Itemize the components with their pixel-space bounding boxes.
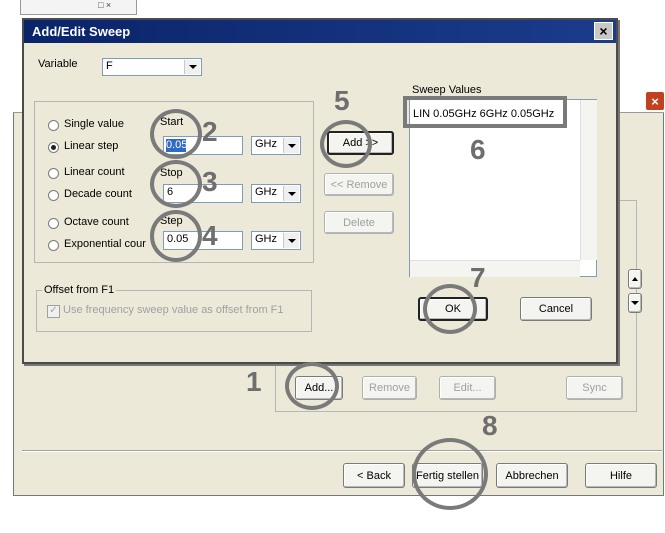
sweep-values-label: Sweep Values bbox=[412, 84, 482, 96]
radio-label: Octave count bbox=[64, 216, 129, 228]
variable-value: F bbox=[106, 60, 113, 72]
cancel-button[interactable]: Cancel bbox=[520, 297, 592, 321]
delete-button[interactable]: Delete bbox=[324, 211, 394, 234]
wizard-remove-button[interactable]: Remove bbox=[362, 376, 417, 400]
annotation-box-sweep-value bbox=[403, 96, 567, 128]
annotation-number: 4 bbox=[202, 220, 218, 251]
radio-exponential-count[interactable] bbox=[48, 240, 59, 251]
unit-value: GHz bbox=[255, 233, 277, 245]
radio-single-value[interactable] bbox=[48, 120, 59, 131]
radio-decade-count[interactable] bbox=[48, 190, 59, 201]
unit-value: GHz bbox=[255, 186, 277, 198]
radio-label: Single value bbox=[64, 118, 124, 130]
annotation-number: 7 bbox=[470, 262, 486, 293]
remove-from-sweep-button[interactable]: << Remove bbox=[324, 173, 394, 196]
annotation-number: 8 bbox=[482, 410, 498, 441]
chevron-down-icon bbox=[184, 60, 200, 74]
background-close-icon: □ × bbox=[98, 0, 112, 10]
start-unit-select[interactable]: GHz bbox=[251, 136, 301, 155]
wizard-edit-button[interactable]: Edit... bbox=[439, 376, 496, 400]
chevron-down-icon bbox=[283, 186, 299, 201]
radio-label: Linear step bbox=[64, 140, 119, 152]
radio-octave-count[interactable] bbox=[48, 218, 59, 229]
radio-linear-step[interactable] bbox=[48, 142, 59, 153]
radio-label: Exponential cour bbox=[64, 238, 146, 250]
annotation-number: 6 bbox=[470, 134, 486, 165]
wizard-cancel-button[interactable]: Abbrechen bbox=[496, 463, 568, 488]
annotation-number: 2 bbox=[202, 116, 218, 147]
annotation-circle-stop bbox=[150, 160, 202, 208]
scroll-down-button[interactable] bbox=[628, 293, 642, 313]
list-horizontal-scrollbar[interactable] bbox=[410, 260, 580, 277]
variable-label: Variable bbox=[38, 58, 78, 70]
annotation-circle-add bbox=[320, 120, 372, 168]
help-button[interactable]: Hilfe bbox=[585, 463, 657, 488]
dialog-close-icon[interactable]: × bbox=[594, 22, 613, 40]
dialog-title: Add/Edit Sweep bbox=[32, 24, 131, 39]
chevron-down-icon bbox=[283, 233, 299, 248]
annotation-circle-wizard-add bbox=[285, 362, 339, 410]
wizard-separator bbox=[22, 450, 662, 452]
wizard-close-icon[interactable]: × bbox=[645, 91, 665, 111]
wizard-sync-button[interactable]: Sync bbox=[566, 376, 623, 400]
offset-group-title: Offset from F1 bbox=[42, 284, 117, 296]
annotation-circle-ok bbox=[423, 284, 477, 334]
annotation-number: 1 bbox=[246, 366, 262, 397]
radio-label: Decade count bbox=[64, 188, 132, 200]
radio-linear-count[interactable] bbox=[48, 168, 59, 179]
annotation-number: 3 bbox=[202, 166, 218, 197]
annotation-number: 5 bbox=[334, 85, 350, 116]
annotation-circle-step bbox=[150, 210, 202, 262]
annotation-circle-start bbox=[150, 109, 202, 159]
offset-checkbox-label: Use frequency sweep value as offset from… bbox=[63, 304, 284, 316]
chevron-down-icon bbox=[283, 138, 299, 153]
radio-label: Linear count bbox=[64, 166, 125, 178]
stop-unit-select[interactable]: GHz bbox=[251, 184, 301, 203]
scroll-up-button[interactable] bbox=[628, 269, 642, 289]
unit-value: GHz bbox=[255, 138, 277, 150]
annotation-circle-finish bbox=[412, 438, 488, 510]
back-button[interactable]: < Back bbox=[343, 463, 405, 488]
step-unit-select[interactable]: GHz bbox=[251, 231, 301, 250]
offset-checkbox[interactable]: ✓ bbox=[47, 305, 60, 318]
list-vertical-scrollbar[interactable] bbox=[580, 100, 597, 260]
variable-select[interactable]: F bbox=[102, 58, 202, 76]
